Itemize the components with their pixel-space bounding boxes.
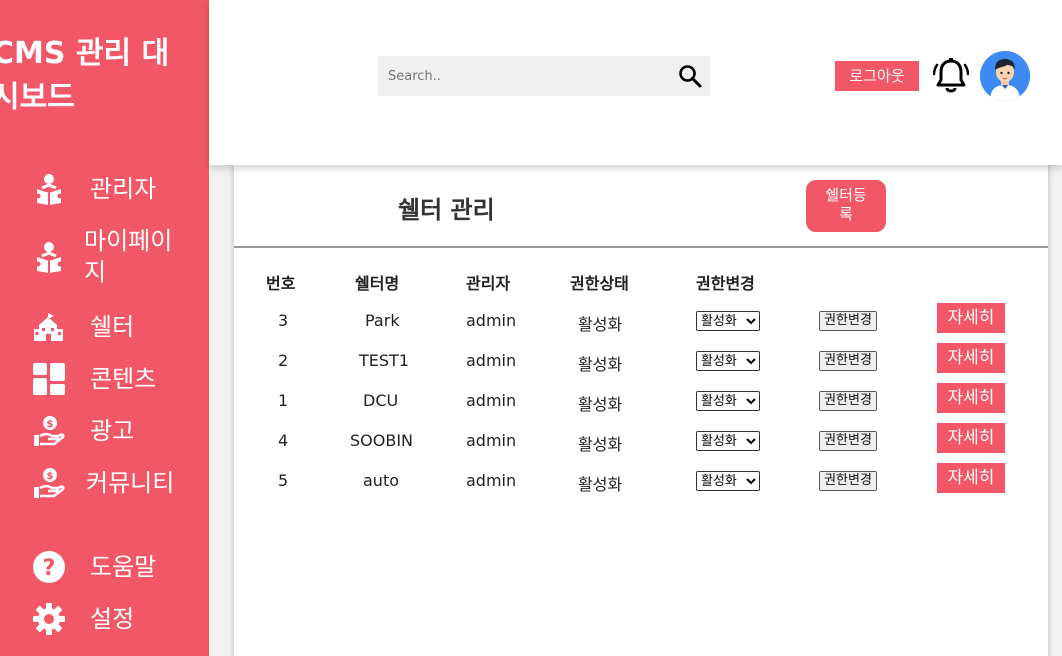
row-shelter-name: SOOBIN (350, 431, 414, 450)
page-title: 쉘터 관리 (398, 196, 495, 224)
sidebar-item-label: 커뮤니티 (86, 468, 175, 497)
top-header: 로그아웃 (209, 0, 1062, 165)
detail-button[interactable]: 자세히 (937, 463, 1005, 493)
row-shelter-name: DCU (363, 391, 399, 410)
row-number: 5 (278, 471, 289, 490)
change-permission-button[interactable]: 권한변경 (819, 311, 877, 331)
school-icon (32, 310, 66, 344)
search-icon[interactable] (678, 64, 702, 88)
change-permission-button[interactable]: 권한변경 (819, 471, 877, 491)
reader-icon (32, 172, 66, 206)
row-admin: admin (466, 351, 517, 370)
status-select[interactable]: 활성화 (696, 351, 760, 371)
row-shelter-name: Park (365, 311, 400, 330)
search-bar (378, 56, 710, 96)
row-status: 활성화 (578, 475, 623, 494)
row-number: 2 (278, 351, 289, 370)
table-row: auto 5 admin 활성화 활성화 권한변경 자세히 (234, 463, 1048, 499)
sidebar-item-shelter[interactable]: 쉘터 (32, 310, 180, 344)
status-select[interactable]: 활성화 (696, 391, 760, 411)
sidebar-item-community[interactable]: $ 커뮤니티 (32, 466, 176, 500)
hand-money-icon: $ (32, 414, 66, 448)
column-header-number: 번호 (266, 274, 296, 293)
reader-icon (32, 240, 66, 274)
row-shelter-name: TEST1 (359, 351, 409, 370)
row-admin: admin (466, 391, 517, 410)
svg-text:$: $ (47, 471, 54, 482)
hand-money-icon: $ (32, 466, 66, 500)
table-row: 3 Park admin 활성화 활성화 권한변경 자세히 (234, 303, 1048, 339)
sidebar-item-admin[interactable]: 관리자 (32, 172, 180, 206)
change-permission-button[interactable]: 권한변경 (819, 351, 877, 371)
svg-text:$: $ (47, 419, 54, 430)
shelter-management-card: 쉘터 관리 쉘터등록 번호 쉘터명 관리자 권한상태 권한변경 3 Park a… (234, 160, 1048, 656)
status-select[interactable]: 활성화 (696, 431, 760, 451)
sidebar-item-label: 설정 (90, 604, 135, 633)
search-input[interactable] (388, 66, 668, 86)
row-admin: admin (466, 311, 517, 330)
detail-button[interactable]: 자세히 (937, 383, 1005, 413)
column-header-permission-change: 권한변경 (696, 274, 755, 293)
row-number: 4 (278, 431, 289, 450)
column-header-admin: 관리자 (466, 274, 511, 293)
detail-button[interactable]: 자세히 (937, 303, 1005, 333)
question-icon: ? (32, 550, 66, 584)
sidebar: CMS 관리 대시보드 관리자 마이페이지 쉘터 콘텐츠 $ 광고 $ 커뮤니티… (0, 0, 209, 656)
sidebar-item-label: 도움말 (90, 552, 157, 581)
sidebar-item-settings[interactable]: 설정 (32, 602, 180, 636)
change-permission-button[interactable]: 권한변경 (819, 431, 877, 451)
row-status: 활성화 (578, 395, 623, 414)
sidebar-item-label: 관리자 (90, 174, 157, 203)
svg-text:?: ? (43, 556, 56, 581)
sidebar-item-mypage[interactable]: 마이페이지 (32, 226, 174, 288)
column-header-shelter-name: 쉘터명 (355, 274, 400, 293)
row-admin: admin (466, 471, 517, 490)
row-number: 1 (278, 391, 289, 410)
sidebar-item-content[interactable]: 콘텐츠 (32, 362, 180, 396)
sidebar-item-label: 광고 (90, 416, 135, 445)
brand-title: CMS 관리 대시보드 (0, 36, 170, 115)
row-status: 활성화 (578, 315, 623, 334)
sidebar-item-help[interactable]: ? 도움말 (32, 550, 180, 584)
status-select[interactable]: 활성화 (696, 471, 760, 491)
sidebar-item-ads[interactable]: $ 광고 (32, 414, 180, 448)
detail-button[interactable]: 자세히 (937, 343, 1005, 373)
divider (234, 246, 1048, 248)
sidebar-item-label: 마이페이지 (84, 227, 173, 286)
table-row: 4 SOOBIN admin 활성화 활성화 권한변경 자세히 (234, 423, 1048, 459)
sidebar-item-label: 쉘터 (90, 312, 135, 341)
row-shelter-name: auto (363, 471, 400, 490)
row-admin: admin (466, 431, 517, 450)
table-row: 2 TEST1 admin 활성화 활성화 권한변경 자세히 (234, 343, 1048, 379)
row-number: 3 (278, 311, 289, 330)
logout-button[interactable]: 로그아웃 (835, 61, 919, 91)
avatar[interactable] (980, 51, 1030, 101)
gear-icon (32, 602, 66, 636)
user-avatar-icon (980, 51, 1030, 101)
register-shelter-button[interactable]: 쉘터등록 (806, 180, 886, 232)
status-select[interactable]: 활성화 (696, 311, 760, 331)
detail-button[interactable]: 자세히 (937, 423, 1005, 453)
change-permission-button[interactable]: 권한변경 (819, 391, 877, 411)
grid-icon (32, 362, 66, 396)
table-row: 1 DCU admin 활성화 활성화 권한변경 자세히 (234, 383, 1048, 419)
sidebar-item-label: 콘텐츠 (90, 364, 157, 393)
row-status: 활성화 (578, 355, 623, 374)
row-status: 활성화 (578, 435, 623, 454)
bell-icon[interactable] (932, 57, 970, 95)
column-header-permission-status: 권한상태 (570, 274, 629, 293)
